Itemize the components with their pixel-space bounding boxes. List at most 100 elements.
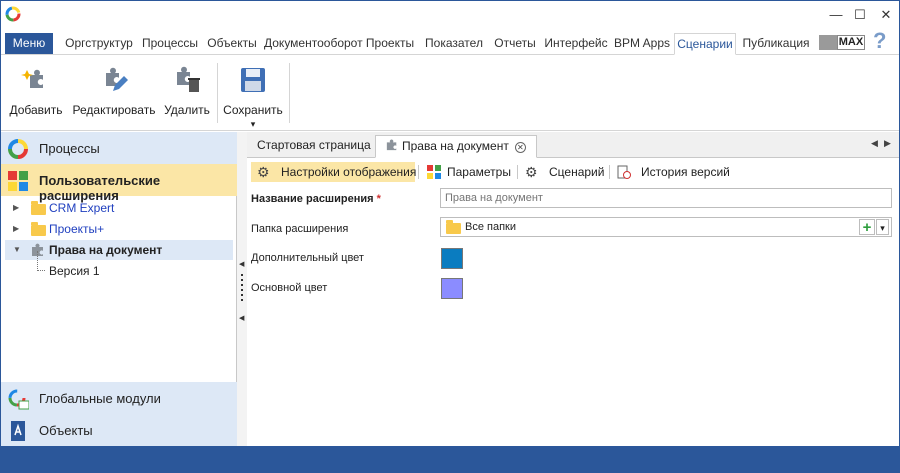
help-icon[interactable]: ? xyxy=(873,29,891,53)
parameters-button[interactable]: Параметры xyxy=(423,162,513,182)
toolbar-separator xyxy=(517,165,518,179)
save-button-label: Сохранить xyxy=(223,103,283,117)
version-history-label: История версий xyxy=(641,165,730,179)
tab-publication[interactable]: Публикация xyxy=(738,33,814,55)
sub-toolbar: ⚙ Настройки отображения Параметры ⚙ Сцен… xyxy=(247,160,899,184)
gear-icon: ⚙ xyxy=(525,164,538,180)
tab-reports[interactable]: Отчеты xyxy=(489,33,541,55)
history-icon xyxy=(617,165,631,179)
tree-item-label: Версия 1 xyxy=(49,264,100,278)
ribbon-separator xyxy=(289,63,290,123)
extension-folder-select[interactable]: Все папки + ▾ xyxy=(440,217,892,237)
edit-button[interactable]: Редактировать xyxy=(71,61,157,127)
delete-puzzle-icon xyxy=(177,66,200,92)
toolbar-separator xyxy=(609,165,610,179)
folder-dropdown-icon[interactable]: ▾ xyxy=(876,219,889,235)
minimize-button[interactable]: — xyxy=(823,5,849,25)
tree-item-label: CRM Expert xyxy=(49,201,115,215)
collapse-left-arrow-icon[interactable]: ◀ xyxy=(239,260,244,268)
expand-arrow-icon[interactable]: ▶ xyxy=(13,224,23,234)
navigation-sidebar: Процессы Пользовательские расширения ▶ C… xyxy=(1,132,237,446)
tab-start-page[interactable]: Стартовая страница xyxy=(247,135,381,158)
tab-document-rights[interactable]: Права на документ ✕ xyxy=(375,135,537,158)
tab-scenarios[interactable]: Сценарии xyxy=(674,33,736,55)
grip-dot xyxy=(241,284,243,286)
edit-button-label: Редактировать xyxy=(72,103,156,117)
extension-name-text: Название расширения xyxy=(251,193,374,205)
folder-icon xyxy=(31,222,46,236)
display-settings-label: Настройки отображения xyxy=(281,165,417,179)
version-history-button[interactable]: История версий xyxy=(615,162,735,182)
main-color-label: Основной цвет xyxy=(251,282,328,294)
title-bar: — ☐ ✕ xyxy=(1,1,899,29)
document-tab-strip: Стартовая страница Права на документ ✕ ◀ … xyxy=(247,132,899,158)
collapse-left-arrow-icon[interactable]: ◀ xyxy=(239,314,244,322)
extension-folder-label: Папка расширения xyxy=(251,223,349,235)
extra-color-label: Дополнительный цвет xyxy=(251,252,364,264)
scenario-button[interactable]: ⚙ Сценарий xyxy=(523,162,605,182)
panel-splitter[interactable]: ◀ ◀ xyxy=(237,132,247,446)
extra-color-swatch[interactable] xyxy=(441,248,463,269)
folder-icon xyxy=(446,220,461,234)
edit-puzzle-icon xyxy=(106,67,128,91)
save-button[interactable]: Сохранить ▾ xyxy=(221,61,285,130)
sidebar-item-label: Объекты xyxy=(39,423,93,438)
folder-icon xyxy=(31,201,46,215)
save-dropdown-icon[interactable]: ▾ xyxy=(221,119,285,130)
sidebar-item-label: Процессы xyxy=(39,141,100,156)
tree-item-projects-plus[interactable]: ▶ Проекты+ xyxy=(13,219,233,239)
tree-item-version-1[interactable]: Версия 1 xyxy=(37,251,233,281)
puzzle-piece-icon xyxy=(386,139,397,151)
tab-scroll-left-icon[interactable]: ◀ xyxy=(871,138,878,149)
global-modules-icon xyxy=(8,389,29,410)
tab-interface[interactable]: Интерфейс xyxy=(544,33,608,55)
app-logo-icon xyxy=(5,6,21,22)
delete-button-label: Удалить xyxy=(164,103,210,117)
delete-button[interactable]: Удалить xyxy=(161,61,213,127)
tab-label: Права на документ xyxy=(402,139,509,153)
menu-bar: Меню Оргструктур Процессы Объекты Докуме… xyxy=(1,29,899,55)
display-settings-button[interactable]: ⚙ Настройки отображения xyxy=(251,162,417,182)
puzzle-icon xyxy=(8,171,28,191)
tab-orgstructure[interactable]: Оргструктур xyxy=(61,33,137,55)
grip-dot xyxy=(241,279,243,281)
tab-objects[interactable]: Объекты xyxy=(203,33,261,55)
gear-icon: ⚙ xyxy=(257,164,270,180)
maximize-button[interactable]: ☐ xyxy=(847,5,873,25)
content-area: Стартовая страница Права на документ ✕ ◀ … xyxy=(247,132,899,446)
add-folder-icon[interactable]: + xyxy=(859,219,875,236)
tree-item-crm-expert[interactable]: ▶ CRM Expert xyxy=(13,198,233,218)
tab-scroll-right-icon[interactable]: ▶ xyxy=(884,138,891,149)
tab-indicators[interactable]: Показател xyxy=(421,33,487,55)
main-color-swatch[interactable] xyxy=(441,278,463,299)
tab-projects[interactable]: Проекты xyxy=(362,33,418,55)
ribbon-toolbar: Добавить Редактировать Удалить Сохранить… xyxy=(1,55,899,131)
expand-arrow-icon[interactable]: ▶ xyxy=(13,203,23,213)
tab-document-flow[interactable]: Документооборот xyxy=(264,33,363,55)
sidebar-item-processes[interactable]: Процессы xyxy=(1,132,237,164)
extension-name-label: Название расширения * xyxy=(251,193,381,205)
extension-name-input[interactable] xyxy=(440,188,892,208)
main-menu-button[interactable]: Меню xyxy=(5,33,53,54)
save-floppy-icon xyxy=(241,68,265,92)
application-window: — ☐ ✕ Меню Оргструктур Процессы Объекты … xyxy=(0,0,900,473)
sidebar-item-label: Глобальные модули xyxy=(39,391,161,406)
processes-ring-icon xyxy=(8,139,28,159)
add-puzzle-icon xyxy=(21,69,43,88)
sidebar-item-objects[interactable]: Объекты xyxy=(1,414,237,446)
toolbar-separator xyxy=(418,165,419,179)
grip-dot xyxy=(241,274,243,276)
sidebar-item-global-modules[interactable]: Глобальные модули xyxy=(1,382,237,414)
ribbon-separator xyxy=(217,63,218,123)
grip-dot xyxy=(241,299,243,301)
close-tab-icon[interactable]: ✕ xyxy=(514,142,526,153)
add-button-label: Добавить xyxy=(9,103,63,117)
grip-dot xyxy=(241,289,243,291)
sidebar-item-user-extensions[interactable]: Пользовательские расширения xyxy=(1,164,237,203)
tree-item-label: Права на документ xyxy=(49,243,163,257)
add-button[interactable]: Добавить xyxy=(7,61,65,127)
tab-bpm-apps[interactable]: BPM Apps xyxy=(611,33,673,55)
tab-processes[interactable]: Процессы xyxy=(139,33,201,55)
collapse-arrow-icon[interactable]: ▼ xyxy=(13,245,23,255)
close-button[interactable]: ✕ xyxy=(873,5,899,25)
